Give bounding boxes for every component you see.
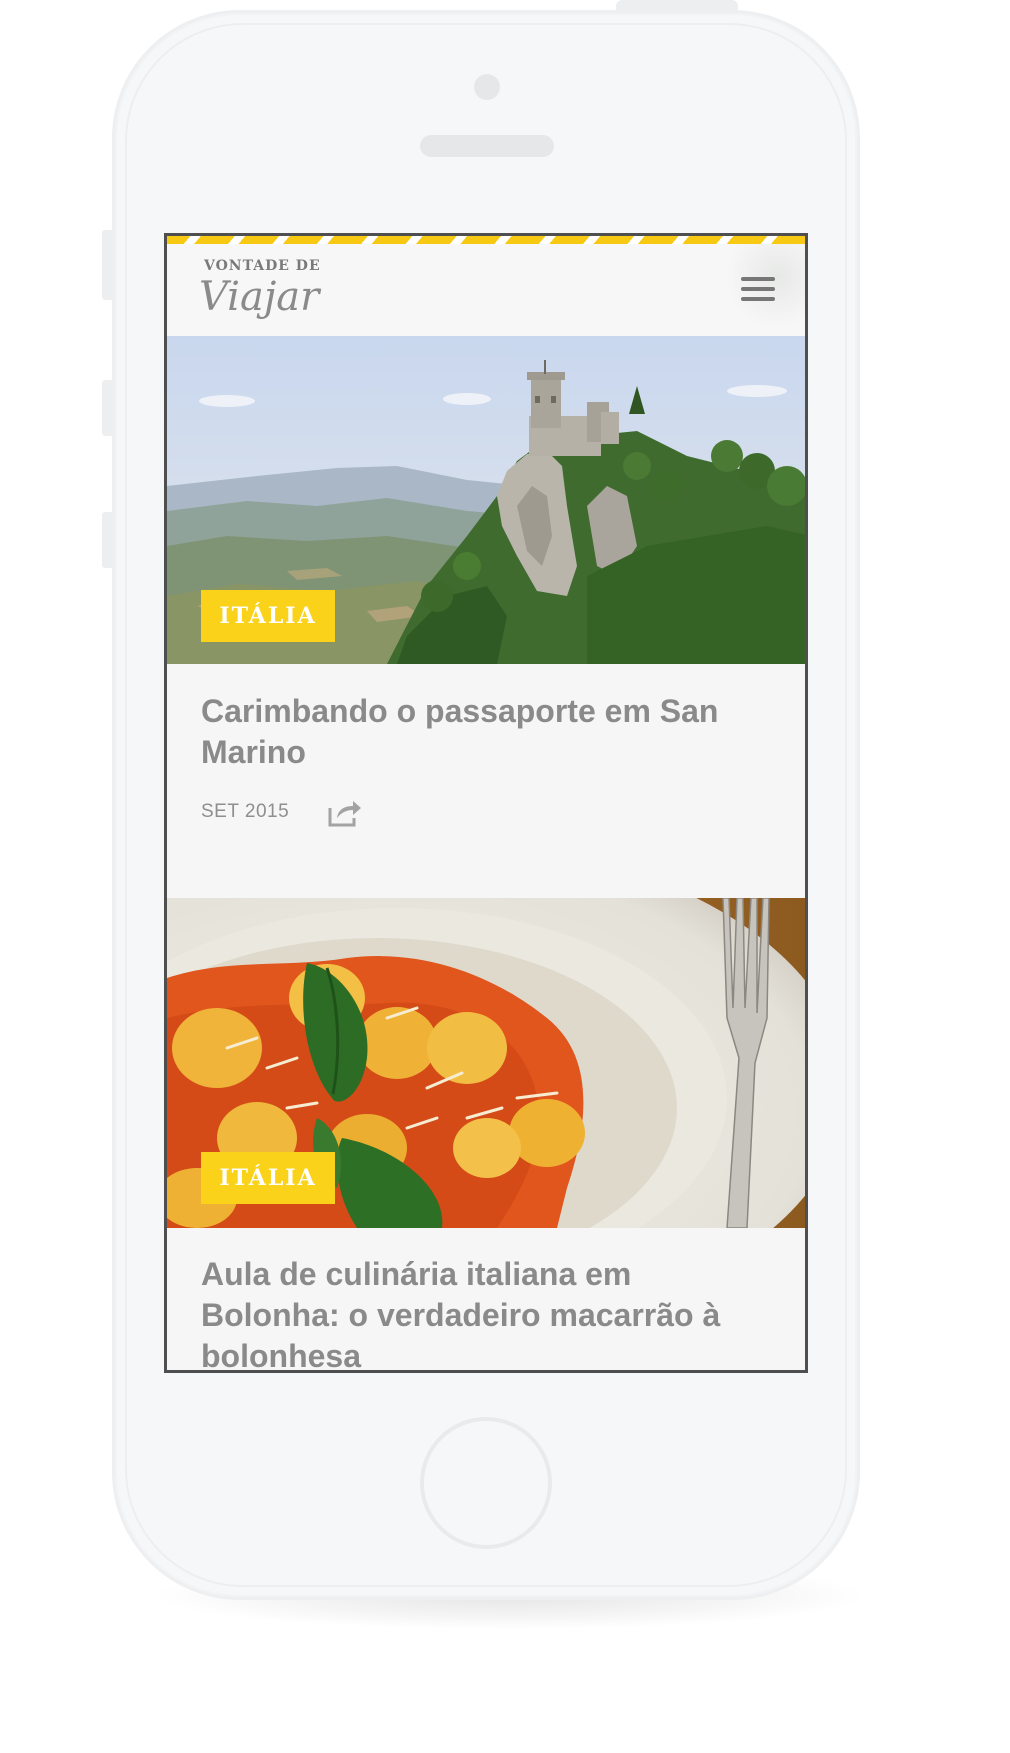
device-mockup: VONTADE DE Viajar ITÁLIA Carimbando o pa…	[0, 0, 1010, 1753]
category-badge[interactable]: ITÁLIA	[201, 590, 335, 642]
header-stripe	[167, 236, 805, 244]
post-title[interactable]: Aula de culinária italiana em Bolonha: o…	[201, 1254, 761, 1370]
site-header: VONTADE DE Viajar	[167, 244, 805, 336]
logo-line2: Viajar	[199, 274, 320, 320]
home-button	[420, 1417, 552, 1549]
category-badge[interactable]: ITÁLIA	[201, 1152, 335, 1204]
post-title[interactable]: Carimbando o passaporte em San Marino	[201, 691, 761, 773]
logo-line1: VONTADE DE	[204, 258, 321, 274]
share-icon[interactable]	[327, 796, 363, 828]
post-date: SET 2015	[201, 801, 290, 822]
hamburger-menu-icon[interactable]	[741, 277, 775, 305]
earpiece-speaker	[420, 135, 554, 157]
front-camera	[474, 74, 500, 100]
phone-screen: VONTADE DE Viajar ITÁLIA Carimbando o pa…	[164, 233, 808, 1373]
post-meta: SET 2015	[201, 796, 363, 828]
